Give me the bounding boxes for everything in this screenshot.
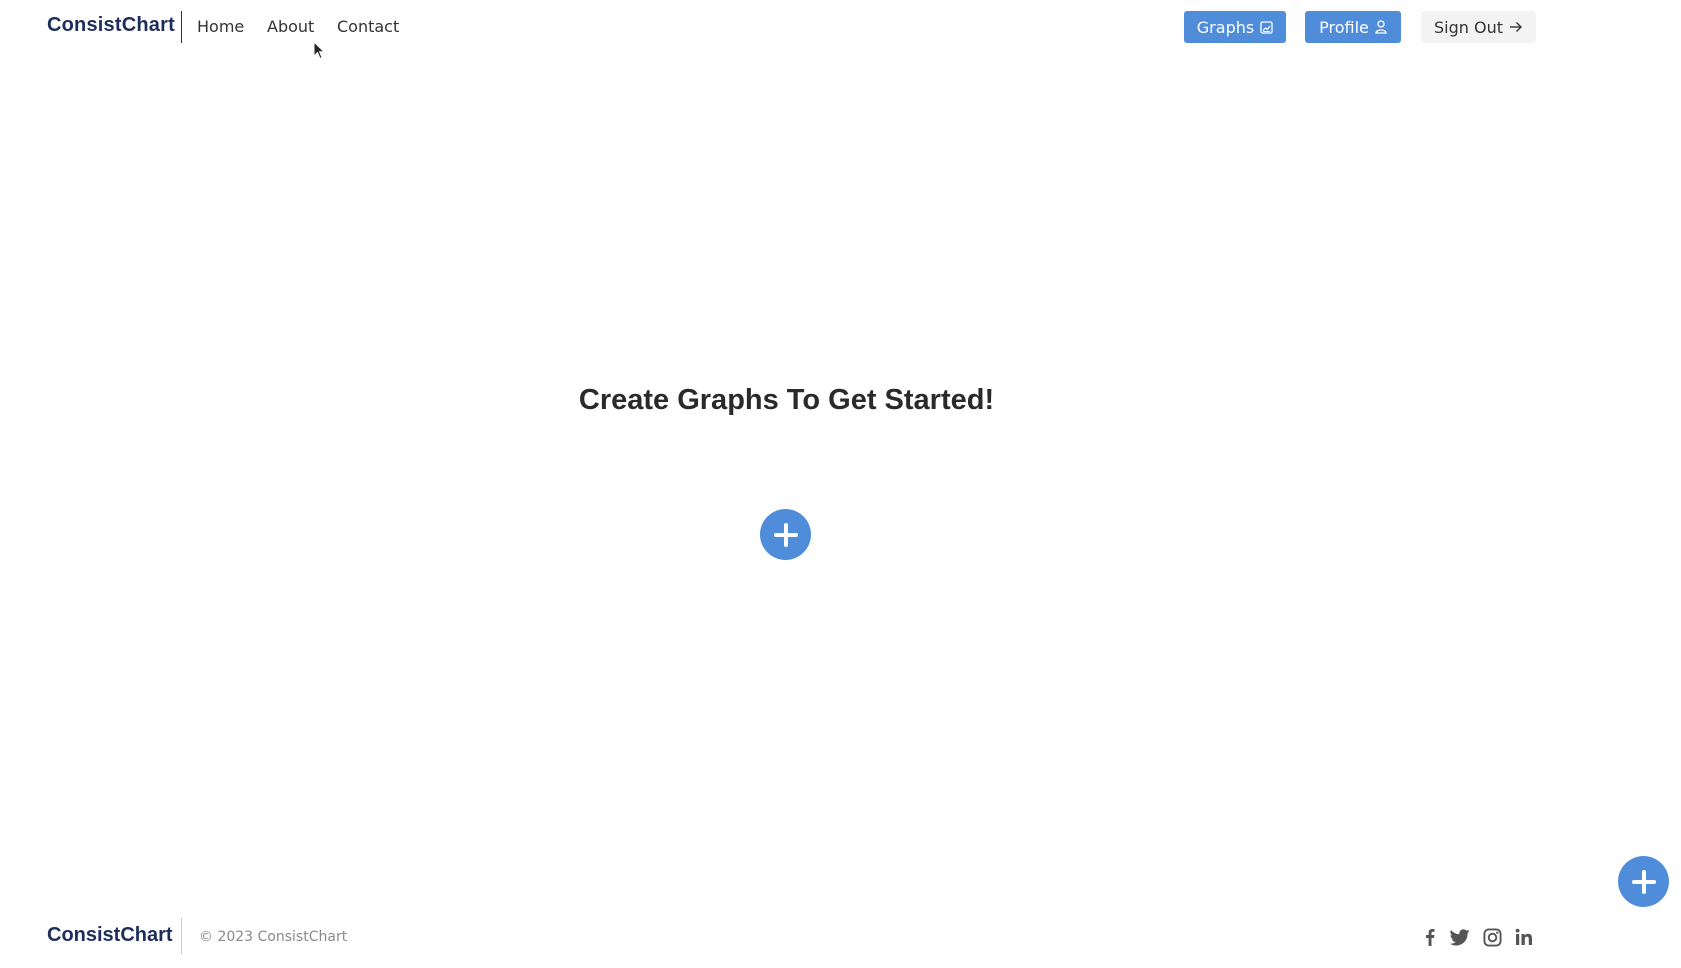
nav-home-link[interactable]: Home — [197, 17, 244, 36]
profile-button-label: Profile — [1319, 17, 1369, 37]
copyright-text: © 2023 ConsistChart — [199, 929, 348, 945]
profile-button[interactable]: Profile — [1305, 11, 1401, 43]
plus-icon — [1631, 869, 1657, 895]
brand-logo[interactable]: ConsistChart — [47, 14, 175, 37]
header-divider — [181, 11, 182, 43]
mouse-cursor-icon — [313, 40, 326, 64]
graphs-button-label: Graphs — [1196, 17, 1255, 37]
nav-about-link[interactable]: About — [267, 17, 314, 36]
empty-state-heading: Create Graphs To Get Started! — [578, 384, 995, 416]
footer-brand[interactable]: ConsistChart — [47, 924, 173, 947]
top-navbar: ConsistChart Home About Contact Graphs P… — [0, 0, 1681, 54]
footer-divider — [181, 918, 182, 954]
facebook-icon[interactable] — [1419, 926, 1441, 948]
page: ConsistChart Home About Contact Graphs P… — [0, 0, 1681, 968]
graphs-button[interactable]: Graphs — [1184, 11, 1286, 43]
sign-out-button[interactable]: Sign Out — [1421, 11, 1536, 43]
linkedin-icon[interactable] — [1513, 926, 1535, 948]
arrow-right-icon — [1509, 21, 1523, 33]
instagram-icon[interactable] — [1481, 926, 1503, 948]
chart-icon — [1260, 20, 1273, 34]
plus-icon — [773, 522, 799, 548]
nav-contact-link[interactable]: Contact — [337, 17, 399, 36]
add-graph-button[interactable] — [760, 509, 811, 560]
twitter-icon[interactable] — [1449, 926, 1471, 948]
sign-out-button-label: Sign Out — [1434, 17, 1503, 37]
person-icon — [1375, 20, 1387, 34]
floating-add-button[interactable] — [1618, 856, 1669, 907]
